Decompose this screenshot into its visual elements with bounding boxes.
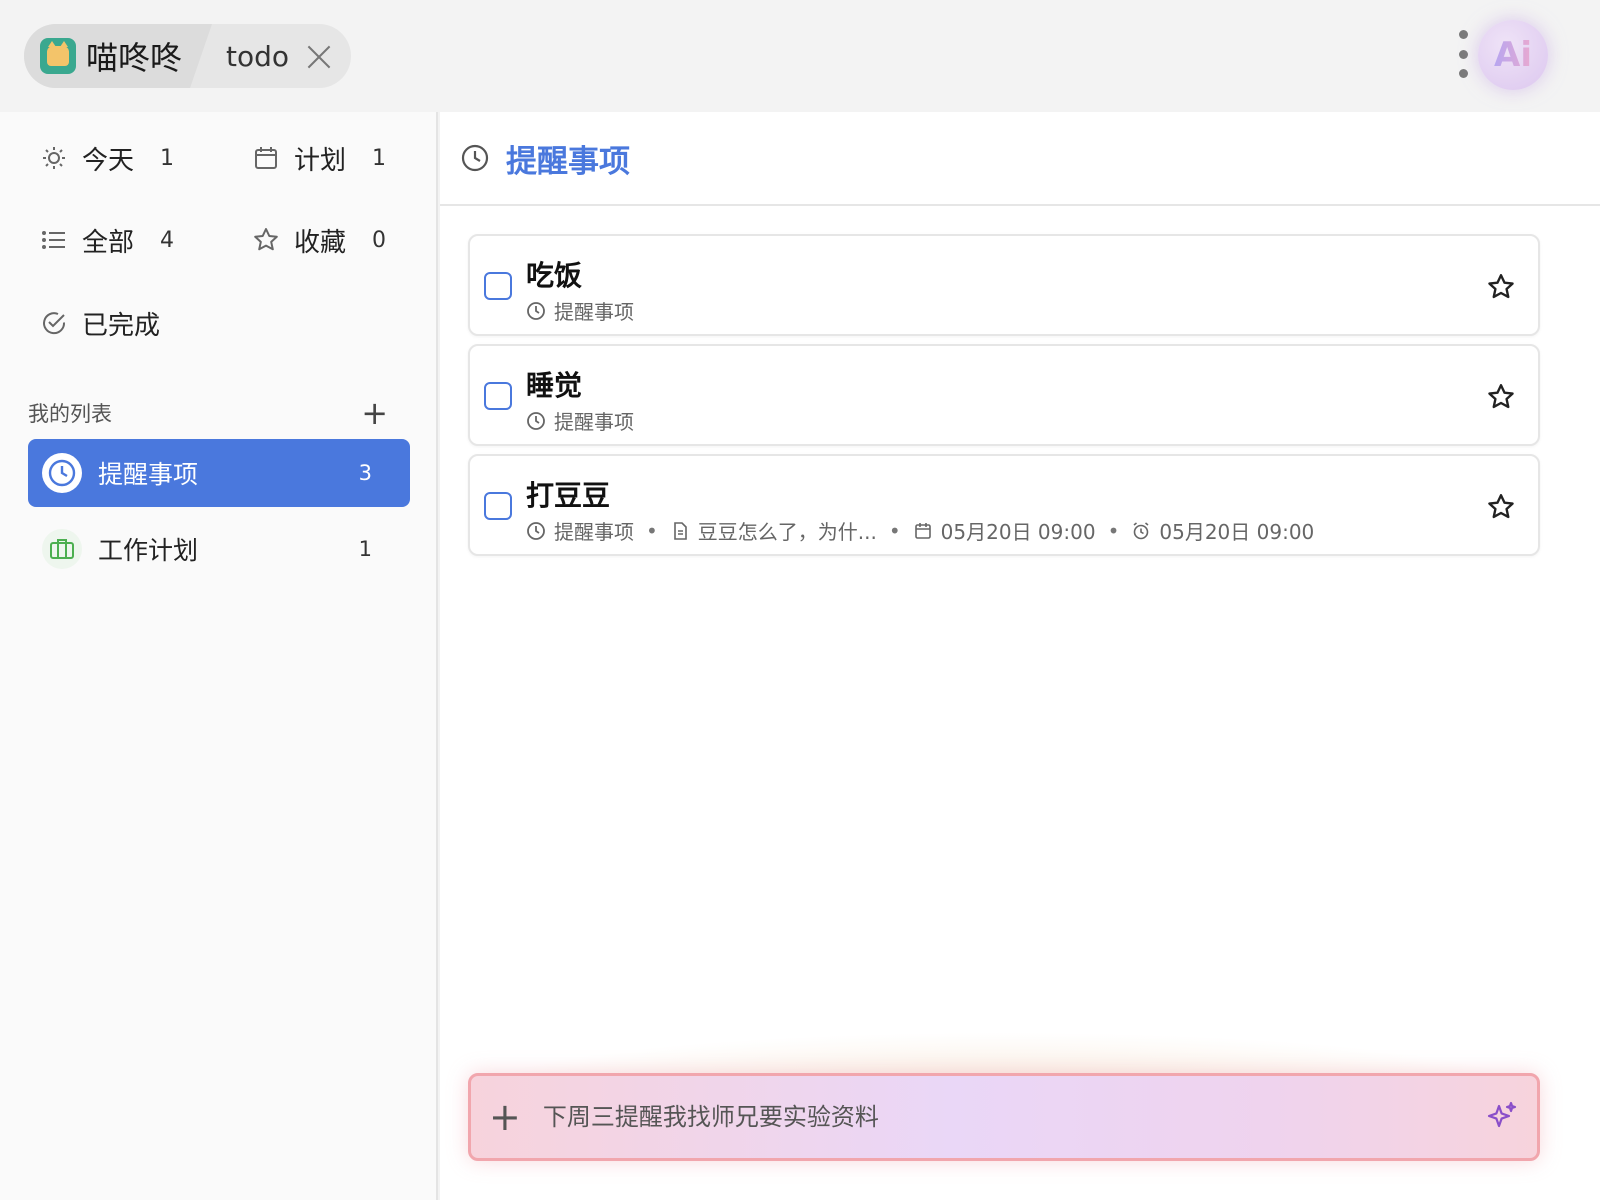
task-meta: 提醒事项 <box>526 296 634 325</box>
task-due-text: 05月20日 09:00 <box>940 520 1096 544</box>
task-list-name: 提醒事项 <box>554 300 634 324</box>
close-icon[interactable] <box>305 42 333 70</box>
list-item-reminders[interactable]: 提醒事项 3 <box>28 439 410 507</box>
tab-name: todo <box>226 39 290 73</box>
calendar-icon <box>914 522 931 539</box>
clock-icon <box>42 453 82 493</box>
task-checkbox[interactable] <box>484 492 512 520</box>
list-icon <box>40 226 68 254</box>
star-icon <box>252 226 280 254</box>
smart-list-label: 全部 <box>82 227 135 258</box>
meta-separator: • <box>888 518 901 543</box>
quick-add-input[interactable] <box>542 1103 1485 1131</box>
task-item[interactable]: 打豆豆 提醒事项 • 豆豆怎么了，为什... • 05月20日 09:00 • … <box>468 454 1540 556</box>
smart-list-count: 4 <box>160 227 174 253</box>
title-bar: 喵咚咚 todo Ai <box>0 0 1600 112</box>
task-title: 打豆豆 <box>526 479 611 512</box>
smart-list-count: 1 <box>372 145 386 171</box>
page-title: 提醒事项 <box>506 143 630 180</box>
star-icon[interactable] <box>1486 382 1516 412</box>
task-title: 睡觉 <box>526 369 583 402</box>
smart-list-label: 今天 <box>82 145 135 176</box>
smart-list-label: 已完成 <box>82 310 161 341</box>
task-meta: 提醒事项 <box>526 406 634 435</box>
list-count: 3 <box>358 461 372 485</box>
task-list-tag: 提醒事项 <box>526 296 634 325</box>
add-icon[interactable]: + <box>489 1098 521 1136</box>
smart-list-planned[interactable]: 计划 1 <box>252 130 386 186</box>
sun-icon <box>40 144 68 172</box>
task-checkbox[interactable] <box>484 382 512 410</box>
list-name: 提醒事项 <box>98 460 199 489</box>
main-panel: 提醒事项 吃饭 提醒事项 睡觉 提醒事项 打豆豆 提醒事项 • 豆豆怎么了，为什… <box>440 112 1600 1200</box>
clock-icon <box>527 411 545 430</box>
clock-icon <box>527 301 545 320</box>
quick-add-bar: + <box>468 1073 1540 1161</box>
task-meta: 提醒事项 • 豆豆怎么了，为什... • 05月20日 09:00 • 05月2… <box>526 516 1314 545</box>
sidebar: 今天 1 计划 1 全部 4 收藏 0 已完成 我的列表 + 提醒事项 3 工作… <box>0 112 438 1200</box>
list-count: 1 <box>358 537 372 561</box>
list-item-work[interactable]: 工作计划 1 <box>28 515 410 583</box>
tab-todo[interactable]: todo <box>212 24 351 88</box>
app-name: 喵咚咚 <box>86 39 183 77</box>
task-list-tag: 提醒事项 <box>526 406 634 435</box>
task-list-name: 提醒事项 <box>554 520 634 544</box>
smart-list-count: 1 <box>160 145 174 171</box>
my-lists-header: 我的列表 + <box>28 397 388 429</box>
smart-list-today[interactable]: 今天 1 <box>40 130 174 186</box>
meta-separator: • <box>1107 518 1120 543</box>
calendar-icon <box>252 144 280 172</box>
task-due-date: 05月20日 09:00 <box>913 516 1096 545</box>
breadcrumb: 喵咚咚 todo <box>24 24 352 88</box>
smart-list-completed[interactable]: 已完成 <box>40 295 160 351</box>
task-title: 吃饭 <box>526 259 583 292</box>
clock-icon <box>527 521 545 540</box>
task-checkbox[interactable] <box>484 272 512 300</box>
alarm-icon <box>1133 521 1149 539</box>
meta-separator: • <box>646 518 658 543</box>
main-header: 提醒事项 <box>440 112 1600 206</box>
task-item[interactable]: 吃饭 提醒事项 <box>468 234 1540 336</box>
smart-list-label: 计划 <box>294 145 347 176</box>
check-circle-icon <box>40 309 68 337</box>
task-note-text: 豆豆怎么了，为什... <box>697 520 877 544</box>
my-lists-title: 我的列表 <box>28 402 112 426</box>
app-logo <box>40 38 76 74</box>
clock-icon <box>460 143 490 173</box>
list-name: 工作计划 <box>98 536 199 565</box>
star-icon[interactable] <box>1486 492 1516 522</box>
more-icon[interactable] <box>1456 30 1470 78</box>
task-alarm-text: 05月20日 09:00 <box>1159 520 1315 544</box>
smart-list-count: 0 <box>372 227 386 253</box>
sparkle-icon[interactable] <box>1485 1100 1519 1134</box>
task-list-name: 提醒事项 <box>554 410 634 434</box>
add-list-icon[interactable]: + <box>361 397 388 429</box>
smart-list-all[interactable]: 全部 4 <box>40 212 174 268</box>
star-icon[interactable] <box>1486 272 1516 302</box>
note-icon <box>673 521 687 540</box>
task-alarm: 05月20日 09:00 <box>1131 516 1314 545</box>
task-list-tag: 提醒事项 <box>526 516 634 545</box>
ai-button[interactable]: Ai <box>1478 20 1548 90</box>
briefcase-icon <box>42 529 82 569</box>
smart-list-starred[interactable]: 收藏 0 <box>252 212 386 268</box>
smart-list-label: 收藏 <box>294 227 347 258</box>
app-crumb[interactable]: 喵咚咚 <box>24 24 212 88</box>
task-note: 豆豆怎么了，为什... <box>670 516 877 545</box>
task-item[interactable]: 睡觉 提醒事项 <box>468 344 1540 446</box>
